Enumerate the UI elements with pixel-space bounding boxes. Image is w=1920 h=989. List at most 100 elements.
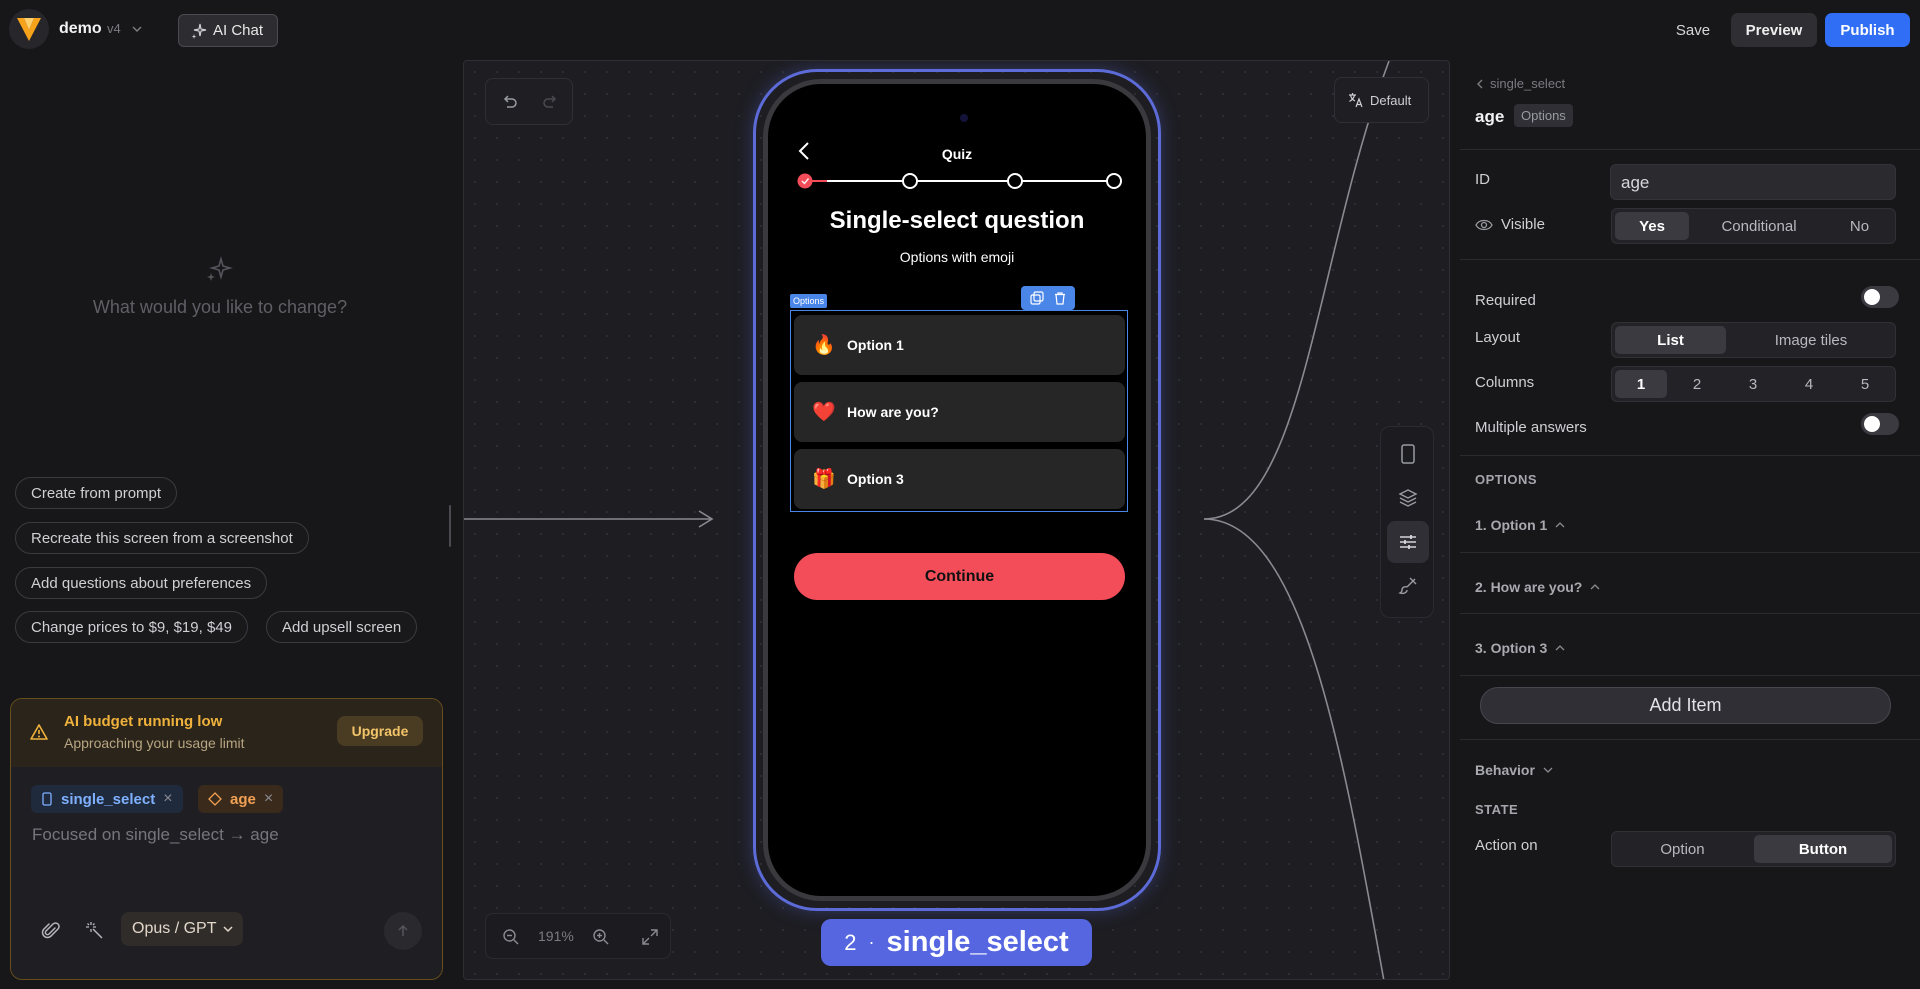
send-button[interactable]: [384, 912, 422, 950]
phone-icon: [1401, 444, 1415, 464]
columns-option[interactable]: 1: [1615, 370, 1667, 398]
quiz-header-title: Quiz: [941, 146, 973, 162]
context-tag-element[interactable]: age ×: [198, 785, 284, 813]
phone-selection-outline: Quiz Single-select question Options with…: [753, 69, 1161, 911]
project-name[interactable]: demo: [59, 20, 102, 38]
action-on-segmented-control: Option Button: [1611, 831, 1896, 867]
upgrade-button[interactable]: Upgrade: [337, 716, 423, 746]
option-label: Option 1: [847, 337, 904, 353]
chevron-left-icon: [1477, 79, 1483, 88]
eye-icon: [1475, 219, 1493, 230]
layout-option-image-tiles[interactable]: Image tiles: [1730, 326, 1892, 354]
suggestion-chip[interactable]: Add upsell screen: [266, 611, 418, 643]
language-label: Default: [1370, 92, 1412, 108]
breadcrumb-label: single_select: [1490, 76, 1566, 91]
option-item[interactable]: 🔥 Option 1: [794, 315, 1125, 375]
columns-option[interactable]: 5: [1839, 370, 1891, 398]
option-row-label: 2. How are you?: [1475, 579, 1583, 595]
save-button[interactable]: Save: [1666, 14, 1720, 47]
action-on-option-button[interactable]: Button: [1754, 835, 1892, 863]
continue-button[interactable]: Continue: [794, 553, 1125, 600]
fit-to-screen-icon[interactable]: [641, 928, 659, 946]
magic-wand-icon[interactable]: [85, 921, 105, 941]
panel-resize-handle[interactable]: [449, 505, 451, 547]
option-label: How are you?: [847, 404, 939, 420]
top-bar: demo v4 AI Chat Save Preview Publish: [0, 0, 1920, 60]
publish-button[interactable]: Publish: [1825, 13, 1910, 47]
suggestion-chip[interactable]: Create from prompt: [15, 477, 178, 509]
option-item[interactable]: 🎁 Option 3: [794, 449, 1125, 509]
chevron-up-icon: [1555, 645, 1565, 651]
model-label: Opus / GPT: [132, 920, 217, 937]
toggle-knob: [1864, 416, 1880, 432]
suggestion-chip[interactable]: Change prices to $9, $19, $49: [15, 611, 248, 643]
zoom-in-icon[interactable]: [592, 928, 610, 946]
options-heading: OPTIONS: [1475, 472, 1538, 487]
model-selector[interactable]: Opus / GPT: [121, 912, 243, 946]
id-field[interactable]: age: [1610, 164, 1896, 200]
redo-icon[interactable]: [541, 93, 559, 111]
preview-button[interactable]: Preview: [1731, 13, 1817, 47]
language-selector[interactable]: Default: [1334, 77, 1429, 123]
options-selection-badge: Options: [790, 294, 828, 308]
suggestion-chip[interactable]: Recreate this screen from a screenshot: [15, 522, 309, 554]
layout-label: Layout: [1475, 329, 1521, 346]
paperclip-icon[interactable]: [41, 921, 61, 941]
layers-tool[interactable]: [1387, 477, 1429, 519]
option-label: Option 3: [847, 471, 904, 487]
state-heading: STATE: [1475, 802, 1519, 817]
style-tool[interactable]: [1387, 565, 1429, 607]
budget-subtitle: Approaching your usage limit: [64, 735, 245, 751]
zoom-out-icon[interactable]: [502, 928, 520, 946]
close-icon[interactable]: ×: [163, 790, 172, 808]
visible-option-yes[interactable]: Yes: [1615, 212, 1689, 240]
close-icon[interactable]: ×: [264, 790, 273, 808]
ai-chat-label: AI Chat: [213, 22, 264, 39]
visible-label: Visible: [1501, 216, 1545, 233]
columns-option[interactable]: 4: [1783, 370, 1835, 398]
chevron-down-icon[interactable]: [131, 23, 143, 35]
properties-tool[interactable]: [1387, 521, 1429, 563]
screen-name: single_select: [886, 926, 1069, 958]
action-on-option-option[interactable]: Option: [1615, 835, 1750, 863]
breadcrumb[interactable]: single_select: [1476, 76, 1565, 91]
required-toggle[interactable]: [1861, 286, 1899, 308]
canvas-toolbar: [1380, 426, 1434, 618]
suggestion-chip[interactable]: Add questions about preferences: [15, 567, 268, 599]
zoom-level[interactable]: 191%: [538, 928, 574, 944]
undo-icon[interactable]: [501, 93, 519, 111]
option-row[interactable]: 1. Option 1: [1475, 517, 1565, 533]
divider: [1460, 259, 1920, 260]
add-item-button[interactable]: Add Item: [1480, 687, 1891, 724]
context-tag-label: age: [230, 790, 256, 808]
columns-label: Columns: [1475, 374, 1535, 391]
app-logo[interactable]: [9, 9, 49, 49]
option-row[interactable]: 3. Option 3: [1475, 640, 1565, 656]
visible-row: Visible: [1475, 216, 1545, 233]
columns-option[interactable]: 2: [1671, 370, 1723, 398]
device-tool[interactable]: [1387, 433, 1429, 475]
trash-icon[interactable]: [1053, 291, 1067, 305]
screen-name-label[interactable]: 2 · single_select: [821, 919, 1092, 966]
context-tag-screen[interactable]: single_select ×: [31, 785, 183, 813]
behavior-section-toggle[interactable]: Behavior: [1475, 762, 1553, 778]
paintbrush-icon: [1398, 577, 1417, 595]
divider: [1460, 552, 1920, 553]
duplicate-icon[interactable]: [1029, 291, 1044, 305]
screen-number: 2: [844, 929, 857, 955]
columns-option[interactable]: 3: [1727, 370, 1779, 398]
editor-canvas[interactable]: Default Quiz Single-select question Opti…: [463, 60, 1450, 980]
chat-input-area[interactable]: single_select × age × Focused on single_…: [11, 767, 442, 979]
visible-option-conditional[interactable]: Conditional: [1694, 212, 1824, 240]
multiple-answers-toggle[interactable]: [1861, 413, 1899, 435]
visible-option-no[interactable]: No: [1827, 212, 1892, 240]
option-item[interactable]: ❤️ How are you?: [794, 382, 1125, 442]
chat-input[interactable]: Focused on single_select → age: [32, 825, 279, 845]
phone-screen[interactable]: Quiz Single-select question Options with…: [763, 79, 1151, 901]
option-row[interactable]: 2. How are you?: [1475, 579, 1600, 595]
fire-icon: 🔥: [812, 335, 836, 356]
ai-chat-button[interactable]: AI Chat: [178, 14, 278, 47]
layout-option-list[interactable]: List: [1615, 326, 1726, 354]
context-tag-label: single_select: [61, 790, 156, 808]
selection-actions: [1021, 286, 1075, 310]
